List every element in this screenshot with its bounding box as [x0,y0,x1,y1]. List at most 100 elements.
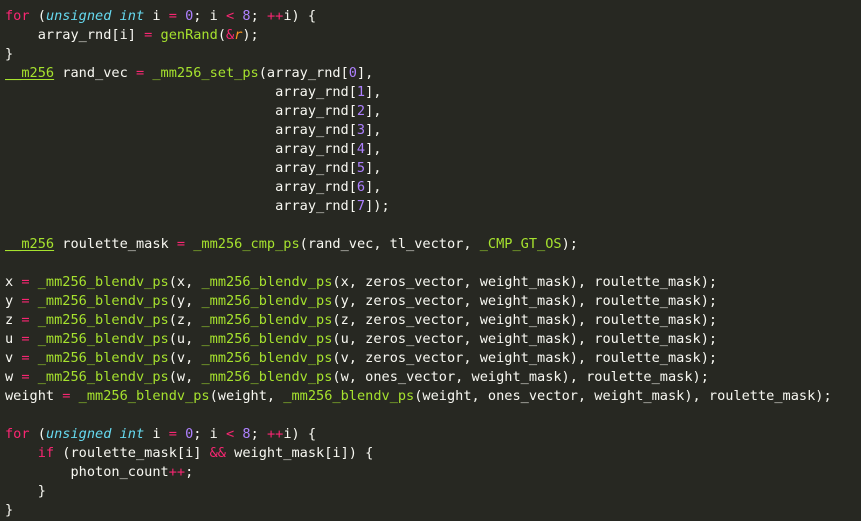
code-token: ++ [168,464,186,480]
code-token: ], [365,160,382,176]
code-token: ( [29,8,46,24]
code-token: genRand [160,27,218,43]
code-token: = [21,331,30,347]
code-line: array_rnd[3], [5,121,832,140]
code-token: ]); [365,198,390,214]
code-token: z [5,312,22,328]
code-token: (x, zeros_vector, weight_mask), roulette… [332,274,718,290]
code-token: = [21,312,30,328]
code-token: 6 [356,179,366,195]
code-token: ; [185,464,194,480]
code-token: 5 [356,160,366,176]
code-token: ); [242,27,259,43]
code-line: array_rnd[2], [5,102,832,121]
code-token: 3 [356,122,366,138]
code-token: photon_count [5,464,169,480]
code-line: array_rnd[6], [5,178,832,197]
code-token: for [5,8,30,24]
code-token: 8 [242,426,251,442]
code-token: ++ [266,426,284,442]
code-area[interactable]: for (unsigned int i = 0; i < 8; ++i) { a… [5,7,832,520]
code-line: } [5,482,832,501]
code-token: 8 [242,8,251,24]
code-line: x = _mm256_blendv_ps(x, _mm256_blendv_ps… [5,273,832,292]
code-token: _mm256_cmp_ps [193,236,300,252]
code-token: (weight, [209,388,284,404]
code-line: if (roulette_mask[i] && weight_mask[i]) … [5,444,832,463]
code-token: (weight, ones_vector, weight_mask), roul… [414,388,832,404]
code-editor[interactable]: for (unsigned int i = 0; i < 8; ++i) { a… [0,0,861,521]
code-line: array_rnd[4], [5,140,832,159]
code-token: < [226,426,235,442]
code-token: (x, [168,274,202,290]
code-token: _mm256_blendv_ps [201,312,333,328]
code-token: array_rnd[i] [5,27,145,43]
code-token: array_rnd[ [5,103,357,119]
code-token: x [5,274,22,290]
code-token: _mm256_blendv_ps [201,350,333,366]
code-token: 0 [348,65,357,81]
code-token: _mm256_blendv_ps [201,293,333,309]
code-token: array_rnd[ [5,141,357,157]
code-line: y = _mm256_blendv_ps(y, _mm256_blendv_ps… [5,292,832,311]
code-token: ], [365,84,382,100]
code-token: _mm256_set_ps [152,65,259,81]
code-token: weight_mask[i]) { [226,445,374,461]
code-token: ; [250,426,267,442]
code-token: (v, [168,350,202,366]
code-line: array_rnd[7]); [5,197,832,216]
code-token: ); [561,236,578,252]
code-token: (y, [168,293,202,309]
code-token: _mm256_blendv_ps [37,369,169,385]
code-token: _CMP_GT_OS [479,236,562,252]
code-token: _mm256_blendv_ps [201,274,333,290]
code-token: _mm256_blendv_ps [37,350,169,366]
code-line: v = _mm256_blendv_ps(v, _mm256_blendv_ps… [5,349,832,368]
code-line: __m256 rand_vec = _mm256_set_ps(array_rn… [5,64,832,83]
code-token: (u, [168,331,202,347]
code-token: i) { [283,426,317,442]
code-token: & [226,27,235,43]
code-token: unsigned int [45,426,145,442]
code-token: ], [365,141,382,157]
code-line: array_rnd[1], [5,83,832,102]
code-token: ; [250,8,267,24]
code-token: _mm256_blendv_ps [201,369,333,385]
code-token: = [176,236,186,252]
code-token: weight [5,388,63,404]
code-line: u = _mm256_blendv_ps(u, _mm256_blendv_ps… [5,330,832,349]
code-token: _mm256_blendv_ps [201,331,333,347]
code-token: ; i [193,426,227,442]
code-token: _mm256_blendv_ps [78,388,210,404]
code-token: = [168,426,177,442]
code-token: i [144,8,169,24]
code-token: _mm256_blendv_ps [283,388,415,404]
code-token: __m256 [5,65,55,81]
code-token: (z, zeros_vector, weight_mask), roulette… [332,312,718,328]
code-line: for (unsigned int i = 0; i < 8; ++i) { [5,7,832,26]
code-token: 7 [356,198,366,214]
code-token: _mm256_blendv_ps [37,331,169,347]
code-token: ++ [266,8,284,24]
code-token: _mm256_blendv_ps [37,312,169,328]
code-token: } [5,46,14,62]
code-line: array_rnd[5], [5,159,832,178]
code-line: __m256 roulette_mask = _mm256_cmp_ps(ran… [5,235,832,254]
code-token: i [144,426,169,442]
code-token: w [5,369,22,385]
code-token: (w, ones_vector, weight_mask), roulette_… [332,369,709,385]
code-token: } [5,483,46,499]
code-token: i) { [283,8,317,24]
code-token: ], [356,65,374,81]
code-token: unsigned int [45,8,145,24]
code-line: z = _mm256_blendv_ps(z, _mm256_blendv_ps… [5,311,832,330]
code-line: photon_count++; [5,463,832,482]
